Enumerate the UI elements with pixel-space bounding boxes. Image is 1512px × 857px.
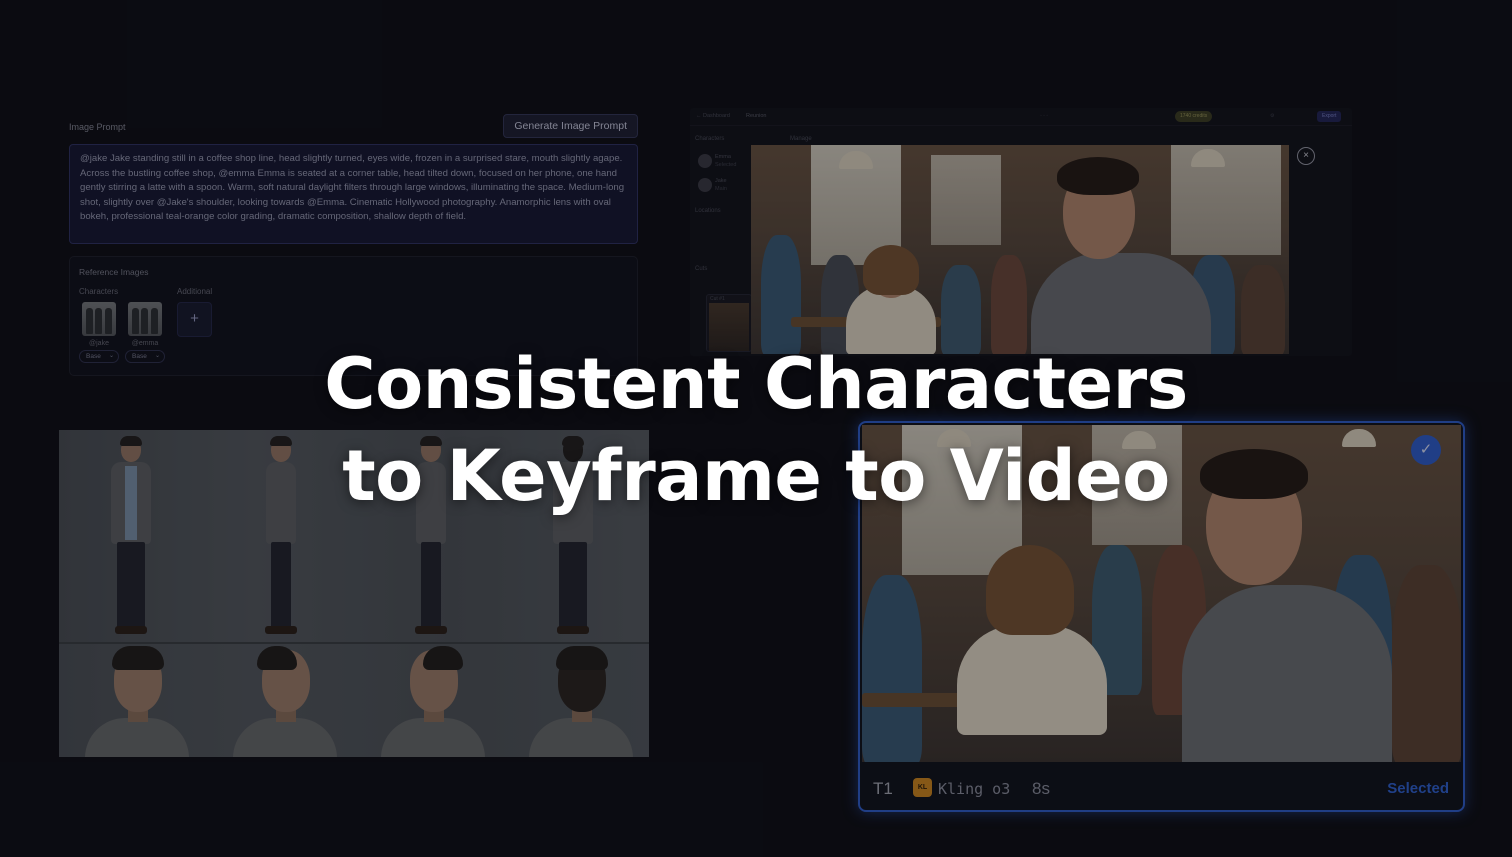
selected-status[interactable]: Selected	[1387, 780, 1449, 797]
character-thumbnail	[128, 302, 162, 336]
image-prompt-panel: Image Prompt Generate Image Prompt @jake…	[68, 114, 640, 376]
image-prompt-label: Image Prompt	[69, 122, 126, 132]
settings-icon[interactable]: ⚙	[1270, 113, 1274, 119]
export-button[interactable]: Export	[1317, 111, 1342, 122]
topbar-icon[interactable]: ◦ ◦ ◦	[1040, 113, 1048, 119]
coffee-shop-scene	[751, 145, 1289, 354]
credits-badge: 1740 credits	[1175, 111, 1213, 122]
headshot-row	[59, 644, 649, 757]
headline-line-2: to Keyframe to Video	[342, 435, 1170, 517]
headshot-back	[525, 646, 635, 757]
image-prompt-textarea[interactable]: @jake Jake standing still in a coffee sh…	[69, 144, 638, 244]
sidebar-cuts-label: Cuts	[695, 266, 708, 272]
manage-link[interactable]: Manage	[790, 136, 812, 142]
keyframe-preview-image	[751, 145, 1289, 354]
duration-label: 8s	[1032, 779, 1050, 798]
headline-line-1: Consistent Characters	[324, 343, 1188, 425]
additional-label: Additional	[177, 287, 213, 296]
sidebar-characters-label: Characters	[695, 136, 725, 142]
sidebar-character-name[interactable]: Jake	[715, 178, 727, 184]
headline: Consistent Characters to Keyframe to Vid…	[0, 338, 1512, 522]
add-reference-button[interactable]: +	[177, 302, 212, 337]
sidebar-locations-label: Locations	[695, 208, 721, 214]
plus-icon: +	[190, 310, 199, 327]
sidebar-character-name[interactable]: Emma	[715, 154, 731, 160]
character-thumbnail	[82, 302, 116, 336]
generate-image-prompt-button[interactable]: Generate Image Prompt	[503, 114, 638, 138]
breadcrumb-back[interactable]: ← Dashboard	[696, 113, 730, 119]
image-prompt-header: Image Prompt Generate Image Prompt	[68, 114, 640, 140]
editor-topbar: ← Dashboard Reunion ◦ ◦ ◦ 1740 credits ⚙…	[690, 108, 1352, 126]
track-label: T1	[873, 779, 893, 798]
sidebar-character-sub: Main	[715, 186, 727, 192]
avatar	[698, 154, 712, 168]
reference-images-title: Reference Images	[79, 267, 149, 277]
characters-label: Characters	[79, 287, 119, 296]
close-icon[interactable]: ×	[1297, 147, 1315, 165]
headshot-side	[229, 646, 339, 757]
breadcrumb-current: Reunion	[746, 113, 767, 119]
cut-label: Cut #1	[710, 296, 725, 302]
headshot-front	[81, 646, 191, 757]
sidebar-character-sub: Selected	[715, 162, 737, 168]
headshot-side	[377, 646, 487, 757]
model-name: Kling o3	[938, 780, 1011, 798]
video-card-footer: T1 KL Kling o3 8s Selected	[860, 763, 1463, 810]
avatar	[698, 178, 712, 192]
kling-logo-icon: KL	[913, 778, 932, 797]
